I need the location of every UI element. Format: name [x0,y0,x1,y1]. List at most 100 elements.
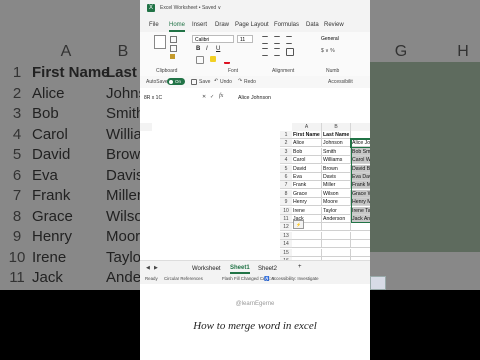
merge-center-icon[interactable] [286,48,294,56]
grid-cell[interactable]: Moore [322,198,351,207]
grid-cell[interactable]: Carol [292,156,322,165]
grid-cell[interactable] [292,240,322,249]
grid-cell[interactable]: Davis [322,173,351,181]
tab-worksheet[interactable]: Worksheet [192,266,221,272]
grid-cell[interactable]: Irene [292,206,322,215]
grid-cell[interactable]: Wilson [322,189,351,198]
row-number[interactable]: 2 [280,139,292,148]
row-number[interactable]: 11 [280,215,292,223]
row-number[interactable]: 5 [280,164,292,173]
grid-cell[interactable]: Brown [322,164,351,173]
bold-button[interactable]: B [196,46,200,52]
next-sheet-icon[interactable]: ▶ [154,265,158,271]
fx-icon[interactable]: fx [219,93,223,99]
borders-icon[interactable] [196,56,204,64]
paste-icon[interactable] [154,35,166,49]
save-icon[interactable] [191,79,197,85]
column-header-a[interactable]: A [292,123,322,131]
menu-home[interactable]: Home [169,22,185,28]
align-middle-icon[interactable] [274,36,280,44]
grid-cell[interactable]: Bob [292,147,322,156]
grid-cell[interactable] [351,232,370,240]
row-number[interactable]: 6 [280,173,292,181]
row-number[interactable]: 15 [280,248,292,257]
grid-cell[interactable] [322,223,351,232]
font-color-icon[interactable] [224,56,230,64]
menu-insert[interactable]: Insert [192,22,207,28]
grid-cell[interactable]: Henry [292,198,322,207]
column-header-b[interactable]: B [322,123,351,131]
row-number[interactable]: 7 [280,181,292,190]
grid-cell[interactable]: Alice [292,139,322,148]
redo-icon[interactable]: ↷ [238,78,242,84]
row-number[interactable]: 1 [280,131,292,139]
redo-label[interactable]: Redo [244,79,256,85]
grid-cell[interactable]: Williams [322,156,351,165]
cancel-icon[interactable]: ✕ [202,94,206,100]
grid-cell[interactable] [351,240,370,249]
select-all-corner[interactable] [140,123,152,131]
grid-cell[interactable] [351,223,370,232]
row-number[interactable]: 3 [280,147,292,156]
copy-icon[interactable] [170,45,177,52]
accessibility-label[interactable]: Accessibilit [328,79,353,85]
align-left-icon[interactable] [262,48,268,56]
underline-button[interactable]: U [216,46,220,52]
column-header-c[interactable]: C [351,123,370,131]
cut-icon[interactable] [170,36,177,43]
fill-color-icon[interactable] [210,56,216,62]
menu-page-layout[interactable]: Page Layout [235,22,269,28]
grid-cell[interactable]: David [292,164,322,173]
header-cell[interactable]: Candidate Name [351,131,370,139]
font-size-select[interactable]: 11 [237,35,253,43]
menu-draw[interactable]: Draw [215,22,229,28]
grid-cell[interactable] [351,249,370,257]
grid-cell[interactable]: Johnson [322,139,351,148]
wrap-text-icon[interactable] [286,36,292,44]
menu-review[interactable]: Review [324,22,344,28]
grid-cell[interactable]: Eva [292,173,322,181]
tab-sheet2[interactable]: Sheet2 [258,266,277,272]
grid-cell[interactable] [322,240,351,249]
grid-cell[interactable] [292,231,322,240]
format-painter-icon[interactable] [170,54,175,59]
undo-label[interactable]: Undo [220,79,232,85]
prev-sheet-icon[interactable]: ◀ [146,265,150,271]
row-number[interactable]: 10 [280,206,292,215]
number-format-select[interactable]: General [321,35,361,43]
italic-button[interactable]: I [206,46,208,52]
grid-cell[interactable] [322,248,351,257]
row-number[interactable]: 8 [280,189,292,198]
align-center-icon[interactable] [274,48,280,56]
tab-sheet1[interactable]: Sheet1 [230,265,250,271]
undo-icon[interactable]: ↶ [214,78,218,84]
save-label[interactable]: Save [199,79,210,85]
row-number[interactable]: 12 [280,223,292,232]
name-box[interactable]: 8R x 1C [144,94,186,102]
header-cell[interactable]: First Name [292,131,322,139]
flash-fill-options-icon[interactable]: ⚡ [293,220,304,229]
formula-input[interactable]: Alice Johnson [238,94,358,102]
status-accessibility[interactable]: Accessibility: Investigate [271,276,319,281]
row-number[interactable]: 14 [280,240,292,249]
font-name-select[interactable]: Calibri [192,35,234,43]
menu-formulas[interactable]: Formulas [274,22,299,28]
header-cell[interactable]: Last Name [322,131,351,139]
grid-cell[interactable]: Anderson [322,215,351,223]
menu-data[interactable]: Data [306,22,319,28]
menu-file[interactable]: File [149,22,159,28]
grid-cell[interactable]: Grace [292,189,322,198]
row-number[interactable]: 4 [280,156,292,165]
grid-cell[interactable]: Smith [322,147,351,156]
window-title[interactable]: Excel Worksheet • Saved ∨ [160,5,221,11]
row-number[interactable]: 9 [280,198,292,207]
enter-icon[interactable]: ✓ [210,94,214,100]
grid-cell[interactable]: Frank [292,181,322,190]
autosave-toggle[interactable]: On [167,78,185,85]
grid-cell[interactable] [292,248,322,257]
row-number[interactable]: 13 [280,231,292,240]
currency-percent-buttons[interactable]: $ ∨ % [321,48,335,54]
grid-cell[interactable]: Taylor [322,206,351,215]
align-top-icon[interactable] [262,36,268,44]
grid-cell[interactable] [322,231,351,240]
